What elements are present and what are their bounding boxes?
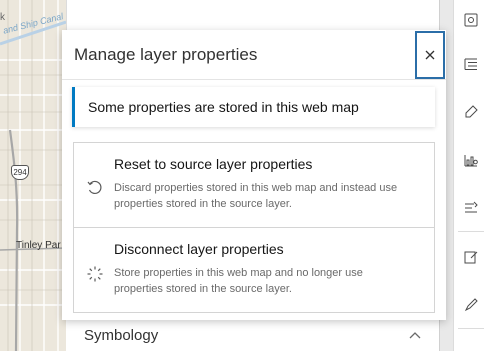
list-icon [464, 58, 477, 70]
disconnect-option-title: Disconnect layer properties [114, 241, 284, 257]
action-separator [458, 328, 484, 329]
disconnect-icon [87, 266, 103, 282]
map-label-tinley-park: Tinley Par [16, 240, 61, 251]
reset-option-description: Discard properties stored in this web ma… [114, 182, 398, 210]
close-icon [425, 50, 435, 60]
edit-button[interactable] [454, 237, 487, 277]
settings-icon [464, 13, 478, 27]
map-streets [0, 0, 66, 351]
symbology-section-header[interactable]: Symbology [66, 318, 439, 351]
pen-icon [464, 298, 478, 312]
tag-icon [465, 105, 478, 118]
manage-layer-properties-dialog: Manage layer properties Some properties … [62, 30, 446, 320]
settings-button[interactable] [454, 0, 487, 40]
chart-icon [464, 155, 478, 167]
info-notice: Some properties are stored in this web m… [72, 87, 435, 127]
filter-icon [465, 201, 478, 213]
filter-button[interactable] [454, 188, 487, 228]
pen-button[interactable] [454, 285, 487, 325]
map-label: k [0, 12, 5, 23]
reset-icon [87, 180, 102, 194]
chevron-up-icon [409, 328, 421, 342]
action-bar [453, 0, 487, 351]
close-button[interactable] [415, 31, 445, 79]
disconnect-option[interactable]: Disconnect layer properties Store proper… [74, 228, 434, 313]
disconnect-option-description: Store properties in this web map and no … [114, 267, 363, 295]
options-list: Reset to source layer properties Discard… [73, 142, 435, 313]
symbology-label: Symbology [84, 326, 159, 344]
list-button[interactable] [454, 44, 487, 84]
reset-option[interactable]: Reset to source layer properties Discard… [74, 143, 434, 228]
reset-option-title: Reset to source layer properties [114, 156, 313, 172]
highway-shield: 294 [11, 165, 29, 180]
chart-button[interactable] [454, 140, 487, 180]
dialog-header: Manage layer properties [62, 30, 446, 80]
action-separator [458, 231, 484, 232]
edit-icon [464, 251, 478, 264]
label-button[interactable] [454, 92, 487, 132]
map-view[interactable]: k and Ship Canal 294 Tinley Par [0, 0, 66, 351]
notice-text: Some properties are stored in this web m… [88, 99, 359, 115]
dialog-title: Manage layer properties [74, 45, 258, 64]
